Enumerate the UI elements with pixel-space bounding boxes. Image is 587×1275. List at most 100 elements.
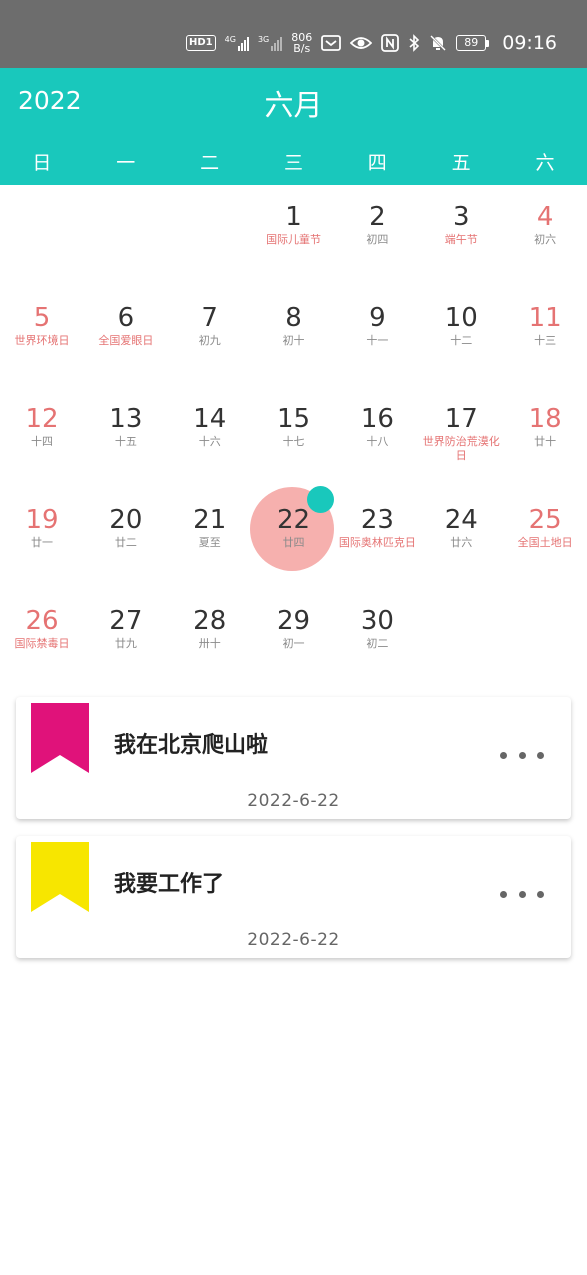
network-speed: 806 B/s: [291, 31, 313, 55]
day-number: 29: [277, 606, 311, 636]
lunar-label: 初二: [366, 637, 389, 650]
day-cell-5[interactable]: 5 世界环境日: [0, 286, 84, 387]
lunar-label: 廿四: [282, 536, 305, 549]
day-cell-30[interactable]: 30 初二: [335, 589, 419, 690]
day-cell-12[interactable]: 12 十四: [0, 387, 84, 488]
lunar-label: 廿六: [450, 536, 473, 549]
weekday-label: 三: [283, 152, 303, 174]
day-number: 28: [193, 606, 227, 636]
today-indicator: [307, 486, 334, 513]
day-number: 14: [193, 404, 227, 434]
mail-icon: [321, 34, 342, 52]
day-number: 4: [536, 202, 554, 232]
day-number: 10: [444, 303, 478, 333]
day-number: 25: [528, 505, 562, 535]
day-cell-8[interactable]: 8 初十: [252, 286, 336, 387]
calendar-grid: 1 国际儿童节 2 初四 3 端午节 4 初六 5 世界环境日 6 全国爱眼日 7 初九 8 初十 9 十一 10 十…: [0, 185, 587, 690]
lunar-label: 初六: [534, 233, 557, 246]
weekday-label: 五: [451, 152, 471, 174]
event-date: 2022-6-22: [247, 791, 340, 811]
hd-icon: HD1: [186, 35, 216, 51]
day-cell-4[interactable]: 4 初六: [503, 185, 587, 286]
clock: 09:16: [502, 32, 557, 54]
day-number: 20: [109, 505, 143, 535]
event-card[interactable]: 我在北京爬山啦 2022-6-22: [16, 697, 571, 819]
day-number: 24: [444, 505, 478, 535]
day-number: 5: [33, 303, 51, 333]
lunar-label: 端午节: [444, 233, 478, 246]
sim-indicator: 1: [205, 37, 213, 48]
signal-icon: 4G: [225, 35, 249, 51]
bell-off-icon: [429, 34, 447, 52]
day-cell-15[interactable]: 15 十七: [252, 387, 336, 488]
more-icon[interactable]: [500, 882, 544, 906]
event-title: 我在北京爬山啦: [114, 733, 269, 758]
day-number: 26: [25, 606, 59, 636]
day-cell-28[interactable]: 28 卅十: [168, 589, 252, 690]
day-number: 16: [360, 404, 394, 434]
weekday-label: 四: [367, 152, 387, 174]
weekday-label: 二: [200, 152, 220, 174]
day-cell-3[interactable]: 3 端午节: [419, 185, 503, 286]
lunar-label: 初十: [282, 334, 305, 347]
day-cell-24[interactable]: 24 廿六: [419, 488, 503, 589]
event-card[interactable]: 我要工作了 2022-6-22: [16, 836, 571, 958]
day-cell-10[interactable]: 10 十二: [419, 286, 503, 387]
nfc-icon: [381, 34, 400, 52]
lunar-label: 廿十: [534, 435, 557, 448]
day-number: 27: [109, 606, 143, 636]
lunar-label: 十八: [366, 435, 389, 448]
lunar-label: 十一: [366, 334, 389, 347]
day-number: 19: [25, 505, 59, 535]
day-cell-2[interactable]: 2 初四: [335, 185, 419, 286]
day-cell-13[interactable]: 13 十五: [84, 387, 168, 488]
weekday-row: 日 一 二 三 四 五 六: [0, 148, 587, 175]
weekday-label: 六: [535, 152, 555, 174]
lunar-label: 全国土地日: [517, 536, 573, 549]
day-cell-25[interactable]: 25 全国土地日: [503, 488, 587, 589]
event-title: 我要工作了: [114, 872, 225, 897]
eye-icon: [350, 35, 373, 51]
day-cell-7[interactable]: 7 初九: [168, 286, 252, 387]
lunar-label: 初四: [366, 233, 389, 246]
lunar-label: 国际禁毒日: [14, 637, 70, 650]
month-label[interactable]: 六月: [0, 82, 587, 124]
day-number: 9: [369, 303, 386, 333]
day-cell-26[interactable]: 26 国际禁毒日: [0, 589, 84, 690]
day-cell-21[interactable]: 21 夏至: [168, 488, 252, 589]
day-cell-9[interactable]: 9 十一: [335, 286, 419, 387]
lunar-label: 十五: [114, 435, 137, 448]
lunar-label: 国际奥林匹克日: [338, 536, 416, 549]
day-number: 13: [109, 404, 143, 434]
day-cell-29[interactable]: 29 初一: [252, 589, 336, 690]
day-cell-19[interactable]: 19 廿一: [0, 488, 84, 589]
event-date: 2022-6-22: [247, 930, 340, 950]
day-number: 18: [528, 404, 562, 434]
day-cell-1[interactable]: 1 国际儿童节: [252, 185, 336, 286]
day-cell-6[interactable]: 6 全国爱眼日: [84, 286, 168, 387]
weekday-label: 日: [32, 152, 52, 174]
signal-icon: 3G: [258, 35, 283, 51]
more-icon[interactable]: [500, 743, 544, 767]
day-number: 23: [360, 505, 394, 535]
day-number: 6: [117, 303, 135, 333]
day-cell-20[interactable]: 20 廿二: [84, 488, 168, 589]
lunar-label: 夏至: [198, 536, 221, 549]
day-cell-18[interactable]: 18 廿十: [503, 387, 587, 488]
day-cell-27[interactable]: 27 廿九: [84, 589, 168, 690]
day-cell-17[interactable]: 17 世界防治荒漠化日: [419, 387, 503, 488]
lunar-label: 初一: [282, 637, 305, 650]
day-cell-23[interactable]: 23 国际奥林匹克日: [335, 488, 419, 589]
lunar-label: 全国爱眼日: [98, 334, 154, 347]
day-cell-16[interactable]: 16 十八: [335, 387, 419, 488]
day-number: 7: [201, 303, 218, 333]
day-cell-14[interactable]: 14 十六: [168, 387, 252, 488]
lunar-label: 十四: [31, 435, 53, 448]
status-icons: HD1 4G 3G 806 B/s 89 09:16: [186, 28, 557, 58]
lunar-label: 十三: [534, 334, 557, 347]
day-number: 11: [528, 303, 562, 333]
battery-level: 89: [456, 35, 487, 51]
day-cell-11[interactable]: 11 十三: [503, 286, 587, 387]
lunar-label: 十七: [282, 435, 305, 448]
bookmark-icon: [31, 703, 89, 773]
